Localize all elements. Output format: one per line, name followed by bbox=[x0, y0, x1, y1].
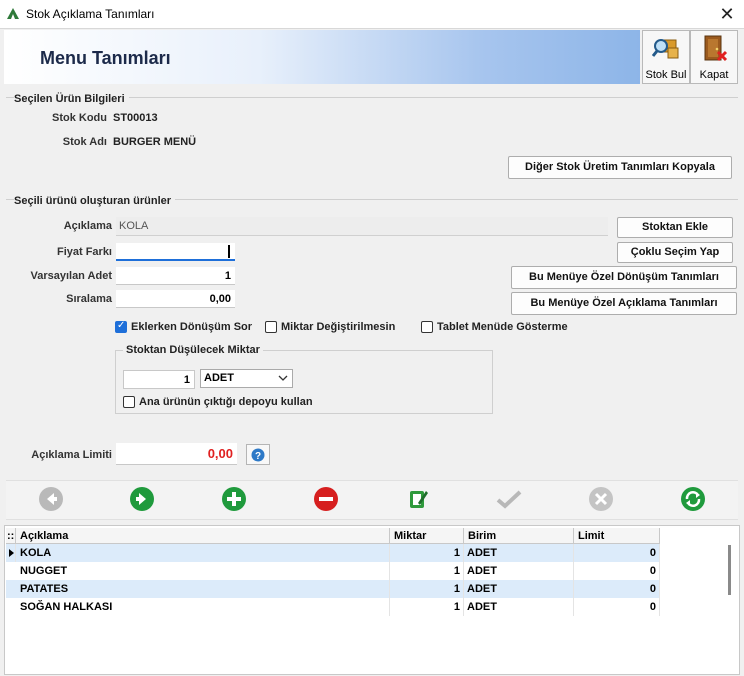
stok-bul-label: Stok Bul bbox=[645, 69, 687, 81]
aciklama-limiti-input[interactable]: 0,00 bbox=[116, 443, 237, 465]
grid-indicator-header: :: bbox=[6, 528, 16, 544]
components-title: Seçili ürünü oluşturan ürünler bbox=[14, 195, 176, 207]
ana-urun-depo-checkbox[interactable] bbox=[123, 396, 135, 408]
stock-deduction-title: Stoktan Düşülecek Miktar bbox=[123, 344, 263, 356]
aciklama-tanimlari-button[interactable]: Bu Menüye Özel Açıklama Tanımları bbox=[511, 292, 737, 315]
text-cursor bbox=[228, 245, 230, 258]
fiyat-farki-label: Fiyat Farkı bbox=[56, 246, 112, 258]
cell-aciklama: SOĞAN HALKASI bbox=[16, 598, 390, 616]
cell-aciklama: PATATES bbox=[16, 580, 390, 598]
varsayilan-adet-label: Varsayılan Adet bbox=[30, 270, 112, 282]
aciklama-limiti-label: Açıklama Limiti bbox=[31, 449, 112, 461]
col-header-birim[interactable]: Birim bbox=[464, 528, 574, 544]
cell-miktar: 1 bbox=[390, 562, 464, 580]
col-header-aciklama[interactable]: Açıklama bbox=[16, 528, 390, 544]
table-row[interactable]: SOĞAN HALKASI 1 ADET 0 bbox=[6, 598, 660, 616]
stok-bul-button[interactable]: Stok Bul bbox=[642, 30, 690, 84]
confirm-check-icon[interactable] bbox=[496, 487, 522, 511]
door-exit-icon bbox=[704, 35, 728, 62]
cell-birim: ADET bbox=[464, 562, 574, 580]
kapat-button[interactable]: Kapat bbox=[690, 30, 738, 84]
question-icon: ? bbox=[251, 448, 265, 462]
add-icon[interactable] bbox=[222, 487, 246, 511]
tablet-menude-label: Tablet Menüde Gösterme bbox=[437, 321, 568, 333]
cell-miktar: 1 bbox=[390, 598, 464, 616]
stoktan-ekle-button[interactable]: Stoktan Ekle bbox=[617, 217, 733, 238]
table-row[interactable]: NUGGET 1 ADET 0 bbox=[6, 562, 660, 580]
copy-stock-definitions-button[interactable]: Diğer Stok Üretim Tanımları Kopyala bbox=[508, 156, 732, 179]
cell-aciklama: KOLA bbox=[16, 544, 390, 562]
aciklama-label: Açıklama bbox=[63, 220, 112, 232]
miktar-degistirilmesin-label: Miktar Değiştirilmesin bbox=[281, 321, 396, 333]
help-button[interactable]: ? bbox=[246, 444, 270, 465]
navigator-bar bbox=[6, 480, 738, 520]
cell-birim: ADET bbox=[464, 544, 574, 562]
cell-limit: 0 bbox=[574, 580, 660, 598]
edit-icon[interactable] bbox=[406, 487, 430, 511]
cell-aciklama: NUGGET bbox=[16, 562, 390, 580]
donusum-tanimlari-button[interactable]: Bu Menüye Özel Dönüşüm Tanımları bbox=[511, 266, 737, 289]
cell-birim: ADET bbox=[464, 580, 574, 598]
kapat-label: Kapat bbox=[699, 69, 729, 81]
table-row[interactable]: PATATES 1 ADET 0 bbox=[6, 580, 660, 598]
col-header-limit[interactable]: Limit bbox=[574, 528, 660, 544]
cell-miktar: 1 bbox=[390, 544, 464, 562]
product-info-title: Seçilen Ürün Bilgileri bbox=[14, 93, 129, 105]
aciklama-field[interactable]: KOLA bbox=[116, 217, 608, 236]
miktar-degistirilmesin-checkbox[interactable] bbox=[265, 321, 277, 333]
svg-text:?: ? bbox=[255, 451, 261, 462]
eklerken-donusum-checkbox[interactable] bbox=[115, 320, 127, 333]
row-indicator-icon bbox=[6, 544, 16, 562]
col-header-miktar[interactable]: Miktar bbox=[390, 528, 464, 544]
coklu-secim-button[interactable]: Çoklu Seçim Yap bbox=[617, 242, 733, 263]
unit-select-value: ADET bbox=[204, 372, 234, 384]
cell-limit: 0 bbox=[574, 598, 660, 616]
stok-adi-label: Stok Adı bbox=[62, 136, 107, 148]
cell-limit: 0 bbox=[574, 544, 660, 562]
refresh-icon[interactable] bbox=[681, 487, 705, 511]
unit-select[interactable]: ADET bbox=[200, 369, 293, 388]
ana-urun-depo-label: Ana ürünün çıktığı depoyu kullan bbox=[139, 396, 313, 408]
table-row[interactable]: KOLA 1 ADET 0 bbox=[6, 544, 660, 562]
back-arrow-icon[interactable] bbox=[39, 487, 63, 511]
cell-miktar: 1 bbox=[390, 580, 464, 598]
chevron-down-icon bbox=[278, 375, 288, 381]
deduction-quantity-input[interactable]: 1 bbox=[123, 370, 195, 389]
varsayilan-adet-input[interactable]: 1 bbox=[116, 267, 235, 285]
close-icon[interactable]: ✕ bbox=[716, 3, 738, 25]
siralama-input[interactable]: 0,00 bbox=[116, 290, 235, 308]
app-icon bbox=[6, 6, 20, 20]
cancel-x-icon[interactable] bbox=[589, 487, 613, 511]
cell-limit: 0 bbox=[574, 562, 660, 580]
forward-arrow-icon[interactable] bbox=[130, 487, 154, 511]
stok-adi-value: BURGER MENÜ bbox=[113, 136, 197, 148]
stok-kodu-value: ST00013 bbox=[113, 112, 158, 124]
fiyat-farki-input[interactable] bbox=[116, 243, 235, 261]
search-stock-icon bbox=[652, 39, 679, 59]
eklerken-donusum-label: Eklerken Dönüşüm Sor bbox=[131, 321, 253, 333]
delete-icon[interactable] bbox=[314, 487, 338, 511]
window-title: Stok Açıklama Tanımları bbox=[26, 7, 155, 21]
cell-birim: ADET bbox=[464, 598, 574, 616]
siralama-label: Sıralama bbox=[66, 293, 112, 305]
grid-scrollbar[interactable] bbox=[728, 545, 731, 595]
stok-kodu-label: Stok Kodu bbox=[52, 112, 107, 124]
tablet-menude-checkbox[interactable] bbox=[421, 321, 433, 333]
page-title: Menu Tanımları bbox=[40, 48, 171, 68]
